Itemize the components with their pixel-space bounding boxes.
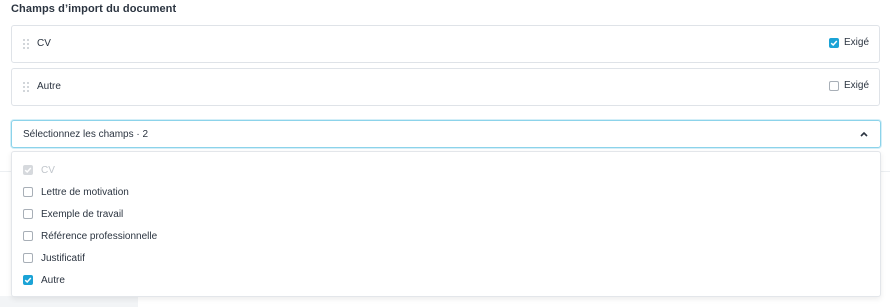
drag-handle-icon[interactable] xyxy=(23,39,29,50)
option-checkbox[interactable] xyxy=(23,187,33,197)
required-label: Exigé xyxy=(843,37,869,48)
option-lettre-de-motivation[interactable]: Lettre de motivation xyxy=(23,185,129,199)
option-label: Exemple de travail xyxy=(41,208,124,220)
required-toggle-cv[interactable]: Exigé xyxy=(828,37,869,48)
option-checkbox[interactable] xyxy=(23,253,33,263)
required-checkbox[interactable] xyxy=(828,80,839,91)
section-title: Champs d’import du document xyxy=(11,3,177,15)
option-reference-professionnelle[interactable]: Référence professionnelle xyxy=(23,229,157,243)
drag-handle-icon[interactable] xyxy=(23,82,29,93)
field-label: Autre xyxy=(37,81,61,92)
required-checkbox[interactable] xyxy=(828,37,839,48)
option-label: Lettre de motivation xyxy=(41,186,129,198)
option-checkbox[interactable] xyxy=(23,275,33,285)
check-icon xyxy=(24,277,32,284)
multiselect-dropdown: CV Lettre de motivation Exemple de trava… xyxy=(11,151,881,297)
option-checkbox[interactable] xyxy=(23,209,33,219)
multiselect-label: Sélectionnez les champs · 2 xyxy=(23,129,149,140)
option-checkbox xyxy=(23,165,33,175)
check-icon xyxy=(24,167,32,174)
option-exemple-de-travail[interactable]: Exemple de travail xyxy=(23,207,123,221)
required-label: Exigé xyxy=(843,80,869,91)
check-icon xyxy=(830,39,838,46)
field-row-cv[interactable]: CV Exigé xyxy=(11,25,880,63)
field-label: CV xyxy=(37,38,51,49)
option-cv: CV xyxy=(23,163,55,177)
option-label: CV xyxy=(41,164,55,176)
option-label: Référence professionnelle xyxy=(41,230,158,242)
option-label: Autre xyxy=(41,274,65,286)
option-checkbox[interactable] xyxy=(23,231,33,241)
option-label: Justificatif xyxy=(41,252,85,264)
required-toggle-autre[interactable]: Exigé xyxy=(828,80,869,91)
option-justificatif[interactable]: Justificatif xyxy=(23,251,85,265)
option-autre[interactable]: Autre xyxy=(23,273,65,287)
field-row-autre[interactable]: Autre Exigé xyxy=(11,68,880,106)
fields-multiselect[interactable]: Sélectionnez les champs · 2 xyxy=(11,120,881,148)
background-panel xyxy=(0,296,138,307)
chevron-up-icon[interactable] xyxy=(860,131,868,137)
